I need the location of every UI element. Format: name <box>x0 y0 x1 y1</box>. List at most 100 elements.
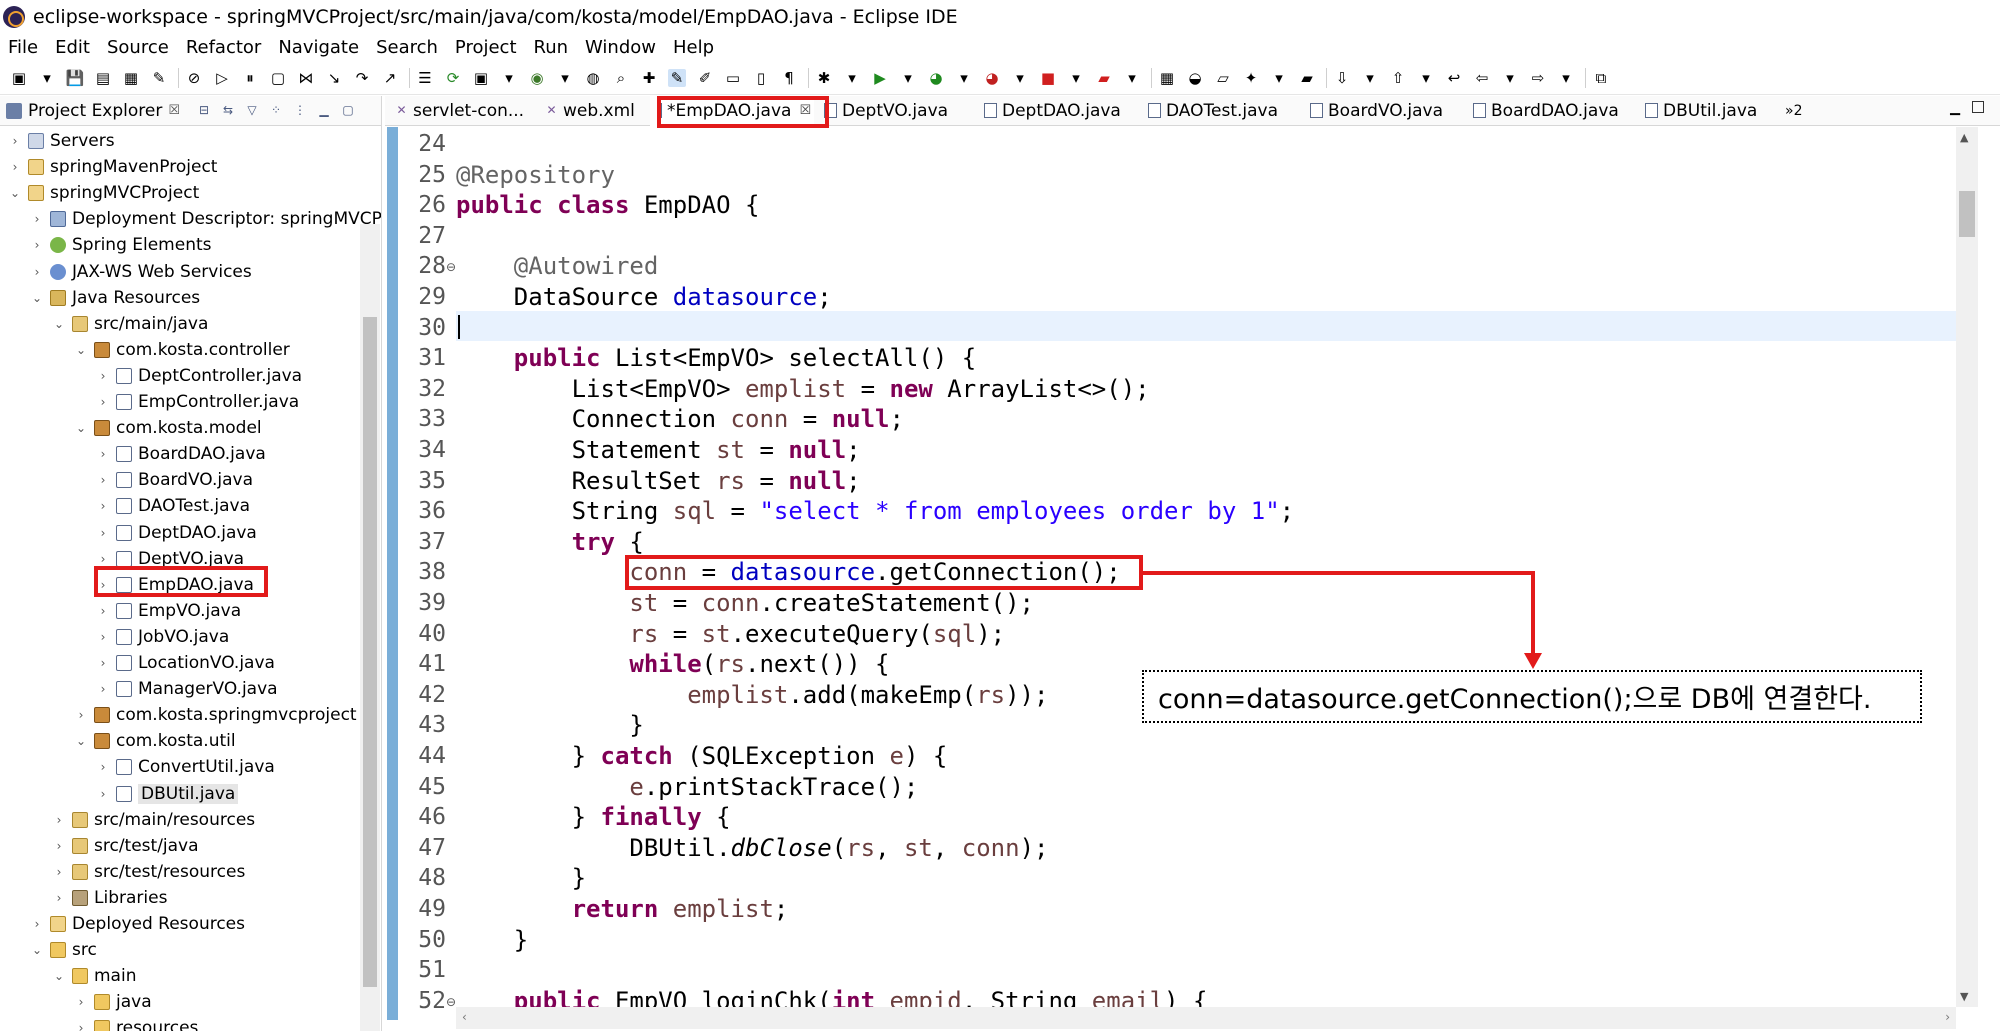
server-icon[interactable]: ▰ <box>1095 69 1113 87</box>
tree-item[interactable]: › src/test/java <box>52 833 199 859</box>
tree-item[interactable]: › DAOTest.java <box>96 493 250 519</box>
maximize-icon[interactable] <box>1972 101 1984 113</box>
collapsed-chevron-icon[interactable]: › <box>96 604 110 618</box>
tree-item[interactable]: › resources <box>74 1015 198 1031</box>
step-over-icon[interactable]: ↷ <box>353 69 371 87</box>
dropdown-arrow-icon[interactable]: ▾ <box>955 69 973 87</box>
collapsed-chevron-icon[interactable]: › <box>96 552 110 566</box>
collapsed-chevron-icon[interactable]: › <box>8 134 22 148</box>
menu-search[interactable]: Search <box>376 37 438 58</box>
highlight-icon[interactable]: ✎ <box>668 68 686 87</box>
skip-breakpoints-icon[interactable]: ⊘ <box>185 69 203 87</box>
editor-tab[interactable]: DeptVO.java <box>814 96 974 126</box>
collapsed-chevron-icon[interactable]: › <box>30 265 44 279</box>
code-line[interactable]: } finally { <box>456 802 731 833</box>
tree-item[interactable]: ⌄ springMVCProject <box>8 180 199 206</box>
expanded-chevron-icon[interactable]: ⌄ <box>30 943 44 957</box>
tree-item[interactable]: › java <box>74 989 152 1015</box>
tree-item[interactable]: › Spring Elements <box>30 232 212 258</box>
code-line[interactable]: } <box>456 710 643 741</box>
code-line[interactable]: List<EmpVO> emplist = new ArrayList<>(); <box>456 374 1150 405</box>
tab-overflow-button[interactable]: »2 <box>1775 96 1812 126</box>
web-browser-icon[interactable]: ◍ <box>584 69 602 87</box>
scroll-left-icon[interactable]: ‹ <box>462 1010 467 1024</box>
terminate-icon[interactable]: ▢ <box>269 69 287 87</box>
collapsed-chevron-icon[interactable]: › <box>52 839 66 853</box>
wand-icon[interactable]: ✦ <box>1242 69 1260 87</box>
tree-item[interactable]: › src/main/resources <box>52 807 256 833</box>
scroll-right-icon[interactable]: › <box>1945 1010 1950 1024</box>
new-server-icon[interactable]: ▣ <box>472 69 490 87</box>
dropdown-arrow-icon[interactable]: ▾ <box>1270 69 1288 87</box>
tree-item[interactable]: › JobVO.java <box>96 624 230 650</box>
stop-icon[interactable]: ■ <box>1039 69 1057 87</box>
tree-item[interactable]: ⌄ com.kosta.util <box>74 728 236 754</box>
step-return-icon[interactable]: ↗ <box>381 69 399 87</box>
code-line[interactable]: try { <box>456 527 644 558</box>
minimize-icon[interactable]: ▁ <box>1950 101 1960 116</box>
tree-item[interactable]: › DBUtil.java <box>96 781 239 807</box>
tree-item[interactable]: › com.kosta.springmvcproject <box>74 702 357 728</box>
collapsed-chevron-icon[interactable]: › <box>52 891 66 905</box>
collapsed-chevron-icon[interactable]: › <box>30 917 44 931</box>
dropdown-arrow-icon[interactable]: ▾ <box>1011 69 1029 87</box>
minimize-icon[interactable]: ▁ <box>316 103 332 119</box>
expanded-chevron-icon[interactable]: ⌄ <box>74 734 88 748</box>
code-line[interactable]: } <box>456 925 528 956</box>
expanded-chevron-icon[interactable]: ⌄ <box>52 317 66 331</box>
tree-item[interactable]: › JAX-WS Web Services <box>30 259 252 285</box>
tree-item[interactable]: › Servers <box>8 128 115 154</box>
tree-item[interactable]: ⌄ src/main/java <box>52 311 208 337</box>
dropdown-arrow-icon[interactable]: ▾ <box>899 69 917 87</box>
word-wrap-icon[interactable]: ▯ <box>752 69 770 87</box>
code-line[interactable]: ResultSet rs = null; <box>456 466 861 497</box>
previous-annotation-icon[interactable]: ⇧ <box>1389 69 1407 87</box>
back-icon[interactable]: ⇦ <box>1473 69 1491 87</box>
code-line[interactable]: DataSource datasource; <box>456 282 832 313</box>
menu-window[interactable]: Window <box>585 37 656 58</box>
refresh-icon[interactable]: ⟳ <box>444 69 462 87</box>
dropdown-arrow-icon[interactable]: ▾ <box>1361 69 1379 87</box>
run-icon[interactable]: ▶ <box>871 69 889 87</box>
new-icon[interactable]: ▣ <box>10 69 28 87</box>
editor-tab[interactable]: BoardDAO.java <box>1463 96 1635 126</box>
expanded-chevron-icon[interactable]: ⌄ <box>74 343 88 357</box>
link-editor-icon[interactable]: ⇆ <box>220 103 236 119</box>
step-into-icon[interactable]: ↘ <box>325 69 343 87</box>
code-line[interactable]: public List<EmpVO> selectAll() { <box>456 343 976 374</box>
editor-tab[interactable]: ✕ servlet-con... <box>385 96 535 126</box>
collapsed-chevron-icon[interactable]: › <box>74 1021 88 1031</box>
code-line[interactable]: rs = st.executeQuery(sql); <box>456 619 1005 650</box>
menu-run[interactable]: Run <box>534 37 569 58</box>
tree-item[interactable]: ⌄ com.kosta.model <box>74 415 262 441</box>
code-line[interactable]: public class EmpDAO { <box>456 190 759 221</box>
save-all-icon[interactable]: ▤ <box>94 69 112 87</box>
code-line[interactable]: } catch (SQLException e) { <box>456 741 948 772</box>
view-menu-icon[interactable]: ⋮ <box>292 103 308 119</box>
dropdown-arrow-icon[interactable]: ▾ <box>500 69 518 87</box>
dropdown-arrow-icon[interactable]: ▾ <box>556 69 574 87</box>
coverage-icon[interactable]: ◕ <box>927 69 945 87</box>
editor-tab[interactable]: DBUtil.java <box>1635 96 1775 126</box>
dropdown-arrow-icon[interactable]: ▾ <box>38 69 56 87</box>
tree-item[interactable]: › Libraries <box>52 885 168 911</box>
tree-item[interactable]: › src/test/resources <box>52 859 246 885</box>
search-icon[interactable]: ⌕ <box>612 69 630 87</box>
whitespace-icon[interactable]: ¶ <box>780 69 798 87</box>
menu-source[interactable]: Source <box>107 37 169 58</box>
code-line[interactable]: Connection conn = null; <box>456 404 904 435</box>
print-icon[interactable]: ▦ <box>122 69 140 87</box>
expanded-chevron-icon[interactable]: ⌄ <box>8 186 22 200</box>
code-line[interactable]: return emplist; <box>456 894 789 925</box>
scroll-down-icon[interactable]: ▼ <box>1960 990 1968 1003</box>
next-annotation-icon[interactable]: ⇩ <box>1333 69 1351 87</box>
code-line[interactable]: @Autowired <box>456 251 659 282</box>
close-icon[interactable]: ☒ <box>168 103 180 118</box>
explorer-scrollbar[interactable] <box>360 224 380 1031</box>
disconnect-icon[interactable]: ⋈ <box>297 69 315 87</box>
external-tools-icon[interactable]: ◕ <box>983 69 1001 87</box>
collapsed-chevron-icon[interactable]: › <box>8 160 22 174</box>
editor-scrollbar-thumb[interactable] <box>1959 191 1975 237</box>
collapsed-chevron-icon[interactable]: › <box>96 526 110 540</box>
tree-item[interactable]: ⌄ Java Resources <box>30 285 200 311</box>
